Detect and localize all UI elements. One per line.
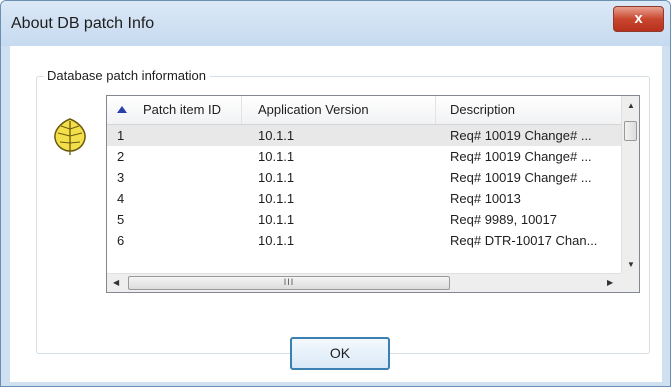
column-header-app-version[interactable]: Application Version bbox=[242, 96, 436, 124]
table-row[interactable]: 4 10.1.1 Req# 10013 bbox=[107, 188, 621, 209]
column-header-label: Application Version bbox=[258, 102, 369, 117]
version-cell: 10.1.1 bbox=[258, 191, 295, 206]
dialog-body: Database patch information Patch item ID… bbox=[10, 46, 662, 382]
table-body: 1 10.1.1 Req# 10019 Change# ... 2 10.1.1… bbox=[107, 125, 621, 251]
about-dialog: About DB patch Info x Database patch inf… bbox=[0, 0, 671, 387]
column-header-label: Description bbox=[450, 102, 516, 117]
table-row[interactable]: 6 10.1.1 Req# DTR-10017 Chan... bbox=[107, 230, 621, 251]
description-cell: Req# 9989, 10017 bbox=[450, 212, 557, 227]
column-header-label: Patch item ID bbox=[143, 102, 222, 117]
title-bar[interactable]: About DB patch Info x bbox=[1, 1, 670, 46]
vertical-scrollbar[interactable]: ▲ ▼ bbox=[621, 96, 639, 273]
sort-ascending-icon bbox=[117, 106, 127, 113]
description-cell: Req# 10019 Change# ... bbox=[450, 149, 592, 164]
table-row[interactable]: 1 10.1.1 Req# 10019 Change# ... bbox=[107, 125, 621, 146]
version-cell: 10.1.1 bbox=[258, 149, 295, 164]
table-row[interactable]: 2 10.1.1 Req# 10019 Change# ... bbox=[107, 146, 621, 167]
column-header-patch-id[interactable]: Patch item ID bbox=[107, 96, 242, 124]
column-header-description[interactable]: Description bbox=[436, 96, 621, 124]
patch-id-cell: 6 bbox=[117, 233, 125, 248]
horizontal-scroll-thumb[interactable]: III bbox=[128, 276, 450, 290]
description-cell: Req# 10019 Change# ... bbox=[450, 170, 592, 185]
close-icon: x bbox=[634, 10, 643, 27]
leaf-icon bbox=[54, 118, 86, 155]
scrollbar-corner bbox=[621, 273, 639, 292]
table-row[interactable]: 5 10.1.1 Req# 9989, 10017 bbox=[107, 209, 621, 230]
scroll-up-arrow-icon[interactable]: ▲ bbox=[627, 101, 635, 110]
version-cell: 10.1.1 bbox=[258, 128, 295, 143]
version-cell: 10.1.1 bbox=[258, 233, 295, 248]
patch-id-cell: 1 bbox=[117, 128, 125, 143]
close-button[interactable]: x bbox=[613, 6, 664, 32]
horizontal-scrollbar[interactable]: ◀ III ▶ bbox=[107, 273, 621, 292]
version-cell: 10.1.1 bbox=[258, 212, 295, 227]
patch-table[interactable]: Patch item ID Application Version Descri… bbox=[106, 95, 640, 293]
ok-button[interactable]: OK bbox=[290, 337, 390, 370]
patch-id-cell: 5 bbox=[117, 212, 125, 227]
scroll-grip-icon: III bbox=[283, 277, 295, 287]
vertical-scroll-thumb[interactable] bbox=[624, 121, 637, 141]
version-cell: 10.1.1 bbox=[258, 170, 295, 185]
patch-id-cell: 2 bbox=[117, 149, 125, 164]
table-row[interactable]: 3 10.1.1 Req# 10019 Change# ... bbox=[107, 167, 621, 188]
scroll-down-arrow-icon[interactable]: ▼ bbox=[627, 260, 635, 269]
description-cell: Req# 10013 bbox=[450, 191, 521, 206]
patch-id-cell: 4 bbox=[117, 191, 125, 206]
patch-id-cell: 3 bbox=[117, 170, 125, 185]
description-cell: Req# DTR-10017 Chan... bbox=[450, 233, 598, 248]
table-header: Patch item ID Application Version Descri… bbox=[107, 96, 621, 125]
scroll-right-arrow-icon[interactable]: ▶ bbox=[607, 278, 613, 287]
description-cell: Req# 10019 Change# ... bbox=[450, 128, 592, 143]
window-title: About DB patch Info bbox=[11, 15, 155, 32]
scroll-left-arrow-icon[interactable]: ◀ bbox=[113, 278, 119, 287]
groupbox-label: Database patch information bbox=[43, 68, 210, 83]
